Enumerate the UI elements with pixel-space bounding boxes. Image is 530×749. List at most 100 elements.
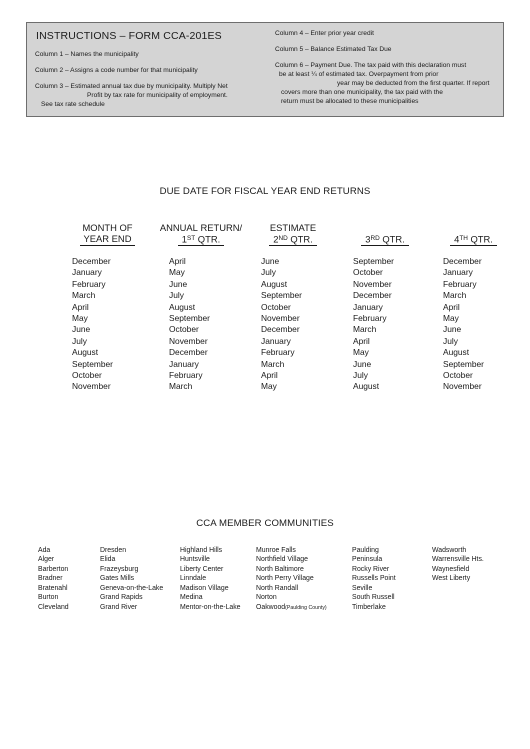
instruction-column-2: Column 2 – Assigns a code number for tha… bbox=[35, 67, 198, 74]
instruction-column-6-line-2: be at least ¼ of estimated tax. Overpaym… bbox=[278, 71, 439, 78]
list-item: Linndale bbox=[180, 575, 207, 583]
instructions-left-column: INSTRUCTIONS – FORM CCA-201ES Column 1 –… bbox=[27, 23, 271, 116]
list-item: Rocky River bbox=[352, 565, 390, 573]
list-item: March bbox=[261, 358, 285, 369]
list-item: December bbox=[169, 347, 208, 358]
list-item: Geneva-on-the-Lake bbox=[100, 584, 164, 592]
list-item: May bbox=[353, 347, 369, 358]
list-item: August bbox=[72, 347, 99, 358]
list-item: March bbox=[72, 290, 96, 301]
ordinal-rest: QTR. bbox=[382, 233, 405, 244]
list-item: Grand Rapids bbox=[100, 594, 143, 602]
instruction-column-6-line-4: covers more than one municipality, the t… bbox=[280, 89, 443, 96]
fiscal-header-month-of-year-end: MONTH OF YEAR END bbox=[60, 222, 155, 246]
list-item: November bbox=[72, 381, 111, 392]
fiscal-header-line-2: ESTIMATE bbox=[269, 221, 317, 233]
list-item: Liberty Center bbox=[180, 565, 224, 573]
list-item: Frazeysburg bbox=[100, 565, 139, 573]
list-item: Elida bbox=[100, 556, 116, 564]
list-item: Northfield Village bbox=[256, 556, 308, 564]
communities-title: CCA MEMBER COMMUNITIES bbox=[196, 518, 334, 529]
list-item: July bbox=[443, 335, 458, 346]
instruction-column-6-line-1: Column 6 – Payment Due. The tax paid wit… bbox=[274, 62, 467, 69]
fiscal-column-annual-return-q1: April May June July August September October No… bbox=[155, 256, 247, 393]
communities-column-3: Highland Hills Huntsville Liberty Center Li… bbox=[180, 546, 256, 613]
fiscal-header-line-2: RETURN/ bbox=[200, 221, 243, 233]
list-item: June bbox=[72, 324, 91, 335]
list-item: June bbox=[443, 324, 462, 335]
list-item: Paulding bbox=[352, 547, 379, 554]
list-item: December bbox=[353, 290, 392, 301]
instructions-title: INSTRUCTIONS – FORM CCA-201ES bbox=[36, 30, 222, 42]
list-item: August bbox=[353, 381, 380, 392]
list-item: Highland Hills bbox=[180, 547, 223, 554]
communities-column-1: Ada Alger Barberton Bradner Bratenahl Burton C… bbox=[38, 546, 100, 613]
list-item: September bbox=[443, 358, 484, 369]
list-item: Mentor-on-the-Lake bbox=[180, 603, 241, 611]
list-item: November bbox=[169, 335, 208, 346]
instruction-column-1: Column 1 – Names the municipality bbox=[35, 51, 139, 58]
fiscal-column-q3: September October November December January F… bbox=[339, 256, 431, 393]
list-item: Dresden bbox=[100, 547, 127, 554]
list-item: Barberton bbox=[38, 565, 69, 573]
fiscal-due-date-table: MONTH OF YEAR END ANNUAL RETURN/ 1ST QTR… bbox=[60, 202, 516, 393]
list-item: October bbox=[261, 301, 291, 312]
fiscal-header-q3: 3RD QTR. bbox=[339, 233, 431, 246]
instruction-column-3-line-2: Profit by tax rate for municipality of e… bbox=[87, 92, 228, 99]
fiscal-header-annual-return-q1: ANNUAL RETURN/ 1ST QTR. bbox=[155, 221, 247, 246]
instructions-box: INSTRUCTIONS – FORM CCA-201ES Column 1 –… bbox=[26, 22, 504, 117]
list-item: Burton bbox=[38, 594, 59, 602]
list-item: May bbox=[169, 267, 185, 278]
list-item: Madison Village bbox=[180, 584, 229, 592]
list-item: Alger bbox=[38, 556, 55, 564]
ordinal-suffix: TH bbox=[459, 234, 468, 242]
list-item: Peninsula bbox=[352, 556, 383, 564]
list-item: Timberlake bbox=[352, 603, 386, 611]
list-item: May bbox=[261, 381, 277, 392]
list-item: August bbox=[169, 301, 196, 312]
list-item: Munroe Falls bbox=[256, 547, 296, 554]
community-county-note: (Paulding County) bbox=[285, 604, 327, 611]
list-item: February bbox=[261, 347, 295, 358]
list-item: February bbox=[169, 370, 203, 381]
list-item: Seville bbox=[352, 584, 373, 592]
list-item: South Russell bbox=[352, 594, 395, 602]
list-item: Bradner bbox=[38, 575, 63, 583]
fiscal-header-line-2: YEAR END bbox=[79, 233, 136, 246]
list-item: October bbox=[169, 324, 199, 335]
ordinal-rest: QTR. bbox=[290, 233, 313, 244]
fiscal-column-estimate-q2: June July August September October November De… bbox=[247, 256, 339, 393]
list-item: Wadsworth bbox=[432, 547, 467, 554]
list-item: December bbox=[261, 324, 300, 335]
instruction-column-6-line-5: return must be allocated to these munici… bbox=[280, 98, 419, 105]
list-item: October bbox=[72, 370, 102, 381]
list-item: April bbox=[443, 301, 460, 312]
list-item: September bbox=[261, 290, 302, 301]
list-item: Warrensville Hts. bbox=[432, 556, 484, 564]
list-item: May bbox=[72, 313, 88, 324]
list-item: March bbox=[443, 290, 467, 301]
list-item: July bbox=[261, 267, 276, 278]
list-item: December bbox=[443, 256, 482, 266]
list-item: April bbox=[261, 370, 278, 381]
communities-column-4: Munroe Falls Northfield Village North Balt… bbox=[256, 546, 352, 613]
list-item: October bbox=[353, 267, 383, 278]
list-item: September bbox=[353, 256, 394, 266]
list-item: North Randall bbox=[256, 584, 299, 592]
instruction-column-5: Column 5 – Balance Estimated Tax Due bbox=[274, 46, 392, 53]
list-item: August bbox=[261, 278, 288, 289]
communities-column-6: Wadsworth Warrensville Hts. Waynesfield Wes… bbox=[432, 546, 524, 613]
list-item: February bbox=[443, 278, 477, 289]
communities-column-2: Dresden Elida Frazeysburg Gates Mills Geneva… bbox=[100, 546, 180, 613]
list-item: January bbox=[353, 301, 383, 312]
fiscal-table-header-row: MONTH OF YEAR END ANNUAL RETURN/ 1ST QTR… bbox=[60, 202, 516, 246]
list-item: Cleveland bbox=[38, 603, 69, 611]
list-item: June bbox=[261, 256, 280, 266]
instructions-right-column: Column 4 – Enter prior year credit Colum… bbox=[271, 23, 503, 116]
list-item: Bratenahl bbox=[38, 584, 68, 592]
ordinal-rest: QTR. bbox=[470, 233, 493, 244]
list-item: Medina bbox=[180, 594, 203, 602]
fiscal-header-ordinal: 4TH QTR. bbox=[450, 233, 497, 246]
list-item: Norton bbox=[256, 594, 277, 602]
list-item: Waynesfield bbox=[432, 565, 470, 573]
